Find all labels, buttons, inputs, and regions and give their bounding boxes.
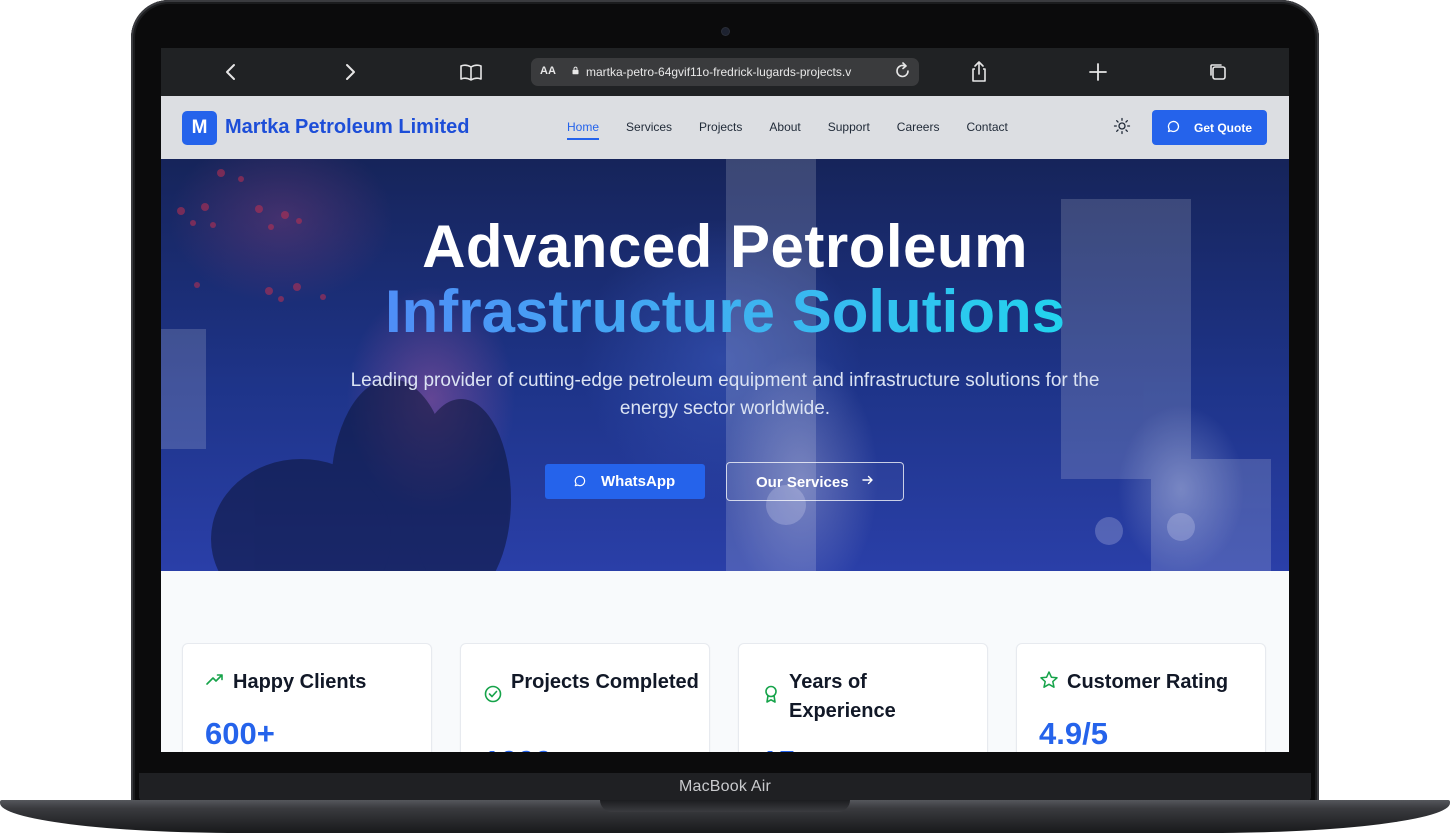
brand-name[interactable]: Martka Petroleum Limited <box>225 116 470 139</box>
hero-title-line2: Infrastructure Solutions <box>384 278 1066 345</box>
check-circle-icon <box>484 685 502 703</box>
whatsapp-button[interactable]: WhatsApp <box>545 464 705 499</box>
share-icon[interactable] <box>965 58 993 86</box>
nav-home[interactable]: Home <box>567 120 600 140</box>
message-circle-icon <box>1167 120 1180 133</box>
forward-icon[interactable] <box>336 58 364 86</box>
tabs-overview-icon[interactable] <box>1204 58 1232 86</box>
logo-mark[interactable]: M <box>182 111 217 145</box>
message-circle-icon <box>574 475 586 487</box>
sun-icon[interactable] <box>1113 117 1131 135</box>
stat-card-projects: Projects Completed 1000+ <box>460 643 710 752</box>
nav-about[interactable]: About <box>769 120 800 140</box>
our-services-button[interactable]: Our Services <box>726 462 904 501</box>
laptop-chin: MacBook Air <box>139 773 1311 801</box>
text-size-button[interactable]: AA <box>540 65 556 77</box>
stat-label: Customer Rating <box>1067 671 1229 693</box>
nav-support[interactable]: Support <box>828 120 870 140</box>
get-quote-button[interactable]: Get Quote <box>1152 110 1267 145</box>
device-label: MacBook Air <box>678 778 771 795</box>
nav-projects[interactable]: Projects <box>699 120 742 140</box>
award-icon <box>765 685 777 703</box>
get-quote-label: Get Quote <box>1194 121 1253 135</box>
stat-card-clients: Happy Clients 600+ <box>182 643 432 752</box>
nav-services[interactable]: Services <box>626 120 672 140</box>
lock-icon <box>572 66 579 75</box>
reload-icon[interactable] <box>895 62 911 85</box>
nav-careers[interactable]: Careers <box>897 120 940 140</box>
hero-title-line1: Advanced Petroleum <box>422 213 1028 280</box>
stat-card-experience: Years of Experience 15+ <box>738 643 988 752</box>
site-header: M Martka Petroleum Limited Home Services… <box>161 96 1289 159</box>
stat-value: 600+ <box>205 716 275 751</box>
stat-label: Projects Completed <box>511 671 699 693</box>
new-tab-icon[interactable] <box>1084 58 1112 86</box>
browser-toolbar: AA martka-petro-64gvif11o-fredrick-lugar… <box>161 48 1289 96</box>
camera <box>722 28 729 35</box>
back-icon[interactable] <box>217 58 245 86</box>
address-bar[interactable]: AA martka-petro-64gvif11o-fredrick-lugar… <box>531 58 919 86</box>
main-nav: Home Services Projects About Support Car… <box>567 120 1035 140</box>
stat-label: Happy Clients <box>233 671 367 693</box>
url-text: martka-petro-64gvif11o-fredrick-lugards-… <box>586 65 852 79</box>
laptop-hinge-notch <box>600 800 850 812</box>
star-icon <box>1040 671 1058 688</box>
stat-card-rating: Customer Rating 4.9/5 <box>1016 643 1266 752</box>
our-services-label: Our Services <box>756 474 849 491</box>
nav-contact[interactable]: Contact <box>966 120 1007 140</box>
stats-section: Happy Clients 600+ Projects Completed 10… <box>161 571 1289 752</box>
browser-screen: AA martka-petro-64gvif11o-fredrick-lugar… <box>161 48 1289 752</box>
hero-section: Advanced Petroleum Infrastructure Soluti… <box>161 159 1289 571</box>
trending-up-icon <box>206 674 223 685</box>
hero-subtitle: Leading provider of cutting-edge petrole… <box>350 370 1100 419</box>
stat-value: 15+ <box>761 744 814 752</box>
stat-value: 1000+ <box>483 744 570 752</box>
stat-label: Years of Experience <box>789 671 896 722</box>
stat-value: 4.9/5 <box>1039 716 1108 751</box>
arrow-right-icon <box>861 472 875 492</box>
whatsapp-label: WhatsApp <box>601 473 676 490</box>
bookmarks-icon[interactable] <box>457 58 485 86</box>
